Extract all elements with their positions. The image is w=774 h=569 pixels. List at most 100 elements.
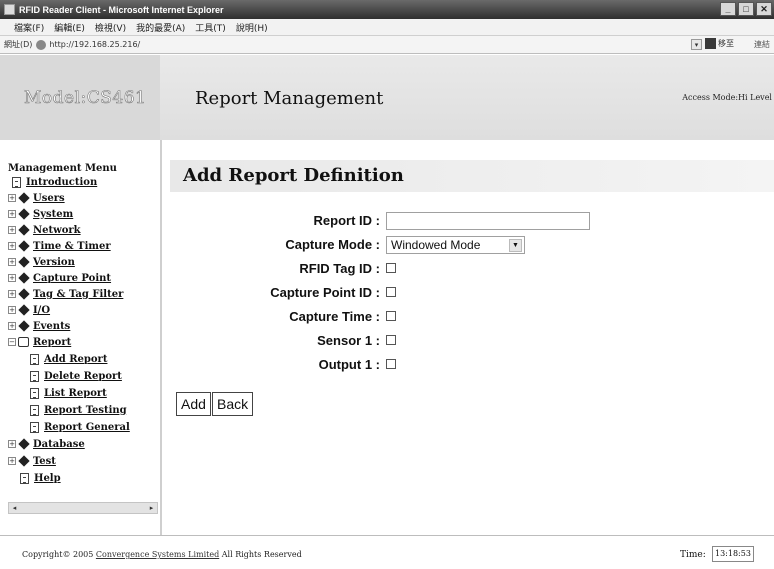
sidebar-item-version[interactable]: + Version [8, 254, 75, 270]
capture-point-id-label: Capture Point ID : [270, 285, 380, 300]
sidebar-item-label[interactable]: Capture Point [33, 273, 111, 284]
minimize-button[interactable]: _ [720, 2, 736, 16]
sidebar-item-label[interactable]: I/O [33, 305, 50, 316]
sidebar-item-capture-point[interactable]: + Capture Point [8, 270, 111, 286]
sensor1-row: Sensor 1 : [170, 332, 620, 350]
links-button[interactable]: 連結 [754, 39, 770, 50]
chevron-down-icon[interactable]: ▼ [509, 239, 522, 252]
sidebar-item-test[interactable]: + Test [8, 453, 56, 469]
sidebar-item-label[interactable]: Report General [44, 422, 130, 433]
menu-favorites[interactable]: 我的最愛(A) [136, 21, 185, 34]
sidebar-item-system[interactable]: + System [8, 206, 73, 222]
sidebar-item-report-general[interactable]: Report General [30, 419, 160, 435]
scroll-right-icon[interactable]: ▸ [146, 503, 157, 513]
sensor1-checkbox[interactable] [386, 335, 396, 345]
report-id-input[interactable] [386, 212, 590, 230]
expand-icon[interactable]: + [8, 457, 16, 465]
page-header: Model:CS461 Report Management Access Mod… [0, 55, 774, 140]
sensor1-label: Sensor 1 : [317, 333, 380, 348]
page-footer: Copyright© 2005 Convergence Systems Limi… [0, 536, 774, 569]
sidebar-item-label[interactable]: Database [33, 439, 85, 450]
access-mode-label: Access Mode:Hi Level [682, 93, 772, 102]
sidebar-item-list-report[interactable]: List Report [30, 385, 107, 401]
output1-row: Output 1 : [170, 356, 620, 374]
back-button[interactable]: Back [212, 392, 254, 416]
expand-icon[interactable]: + [8, 274, 16, 282]
sidebar-item-label[interactable]: Network [33, 225, 81, 236]
sidebar-item-report-testing[interactable]: Report Testing [30, 402, 127, 418]
go-arrow-icon [705, 38, 716, 49]
page-title: Add Report Definition [183, 165, 404, 186]
rfid-tag-id-row: RFID Tag ID : [170, 260, 620, 278]
sidebar-item-users[interactable]: + Users [8, 190, 65, 206]
capture-mode-select[interactable]: Windowed Mode ▼ [386, 236, 525, 254]
window-controls: _ □ ✕ [720, 2, 772, 16]
sidebar-item-network[interactable]: + Network [8, 222, 81, 238]
collapse-icon[interactable]: − [8, 338, 16, 346]
company-link[interactable]: Convergence Systems Limited [96, 550, 219, 559]
capture-mode-label: Capture Mode : [285, 237, 380, 252]
scroll-left-icon[interactable]: ◂ [9, 503, 20, 513]
sidebar-item-label[interactable]: Time & Timer [33, 241, 111, 252]
diamond-icon [18, 256, 30, 268]
menu-file[interactable]: 檔案(F) [14, 21, 44, 34]
sidebar-item-label[interactable]: Test [33, 456, 56, 467]
output1-checkbox[interactable] [386, 359, 396, 369]
close-button[interactable]: ✕ [756, 2, 772, 16]
expand-icon[interactable]: + [8, 440, 16, 448]
maximize-button[interactable]: □ [738, 2, 754, 16]
copyright-suffix: All Rights Reserved [221, 550, 302, 559]
sidebar-item-label[interactable]: Delete Report [44, 371, 122, 382]
menu-view[interactable]: 檢視(V) [95, 21, 126, 34]
report-id-row: Report ID : [170, 212, 620, 230]
sidebar-item-label[interactable]: Report Testing [44, 405, 127, 416]
go-button[interactable]: 移至 [705, 38, 734, 49]
sidebar-item-label[interactable]: Version [33, 257, 75, 268]
sidebar-item-label[interactable]: Events [33, 321, 70, 332]
page-heading-bar: Add Report Definition [170, 160, 774, 192]
add-button[interactable]: Add [176, 392, 211, 416]
sidebar-item-time-timer[interactable]: + Time & Timer [8, 238, 111, 254]
expand-icon[interactable]: + [8, 290, 16, 298]
sidebar-item-introduction[interactable]: Introduction [12, 174, 97, 190]
sidebar-item-label[interactable]: Introduction [26, 177, 97, 188]
sidebar-item-help[interactable]: Help [20, 470, 61, 486]
open-folder-icon [18, 337, 29, 347]
expand-icon[interactable]: + [8, 258, 16, 266]
page-icon [36, 39, 47, 50]
sidebar-item-label[interactable]: Tag & Tag Filter [33, 289, 123, 300]
document-icon [30, 353, 39, 365]
sidebar-item-label[interactable]: List Report [44, 388, 107, 399]
sidebar-item-io[interactable]: + I/O [8, 302, 50, 318]
address-input[interactable]: http://192.168.25.216/ [49, 40, 140, 49]
sidebar-item-label[interactable]: Users [33, 193, 65, 204]
sidebar-item-add-report[interactable]: Add Report [30, 351, 107, 367]
ie-app-icon [4, 4, 15, 15]
expand-icon[interactable]: + [8, 322, 16, 330]
expand-icon[interactable]: + [8, 306, 16, 314]
sidebar-horizontal-scrollbar[interactable]: ◂ ▸ [8, 502, 158, 514]
menu-edit[interactable]: 編輯(E) [54, 21, 85, 34]
model-box: Model:CS461 [0, 55, 160, 140]
expand-icon[interactable]: + [8, 194, 16, 202]
sidebar-item-label[interactable]: Help [34, 473, 61, 484]
sidebar-item-events[interactable]: + Events [8, 318, 70, 334]
capture-point-id-row: Capture Point ID : [170, 284, 620, 302]
address-dropdown-icon[interactable]: ▾ [691, 39, 702, 50]
sidebar-item-label[interactable]: Report [33, 337, 71, 348]
capture-time-checkbox[interactable] [386, 311, 396, 321]
sidebar-item-database[interactable]: + Database [8, 436, 85, 452]
expand-icon[interactable]: + [8, 210, 16, 218]
menu-help[interactable]: 說明(H) [236, 21, 268, 34]
sidebar-item-report[interactable]: − Report [8, 334, 71, 350]
expand-icon[interactable]: + [8, 226, 16, 234]
capture-point-id-checkbox[interactable] [386, 287, 396, 297]
sidebar-item-delete-report[interactable]: Delete Report [30, 368, 122, 384]
menu-tools[interactable]: 工具(T) [195, 21, 226, 34]
sidebar-item-label[interactable]: System [33, 209, 73, 220]
expand-icon[interactable]: + [8, 242, 16, 250]
rfid-tag-id-checkbox[interactable] [386, 263, 396, 273]
output1-label: Output 1 : [318, 357, 380, 372]
sidebar-item-tag-filter[interactable]: + Tag & Tag Filter [8, 286, 123, 302]
sidebar-item-label[interactable]: Add Report [44, 354, 107, 365]
